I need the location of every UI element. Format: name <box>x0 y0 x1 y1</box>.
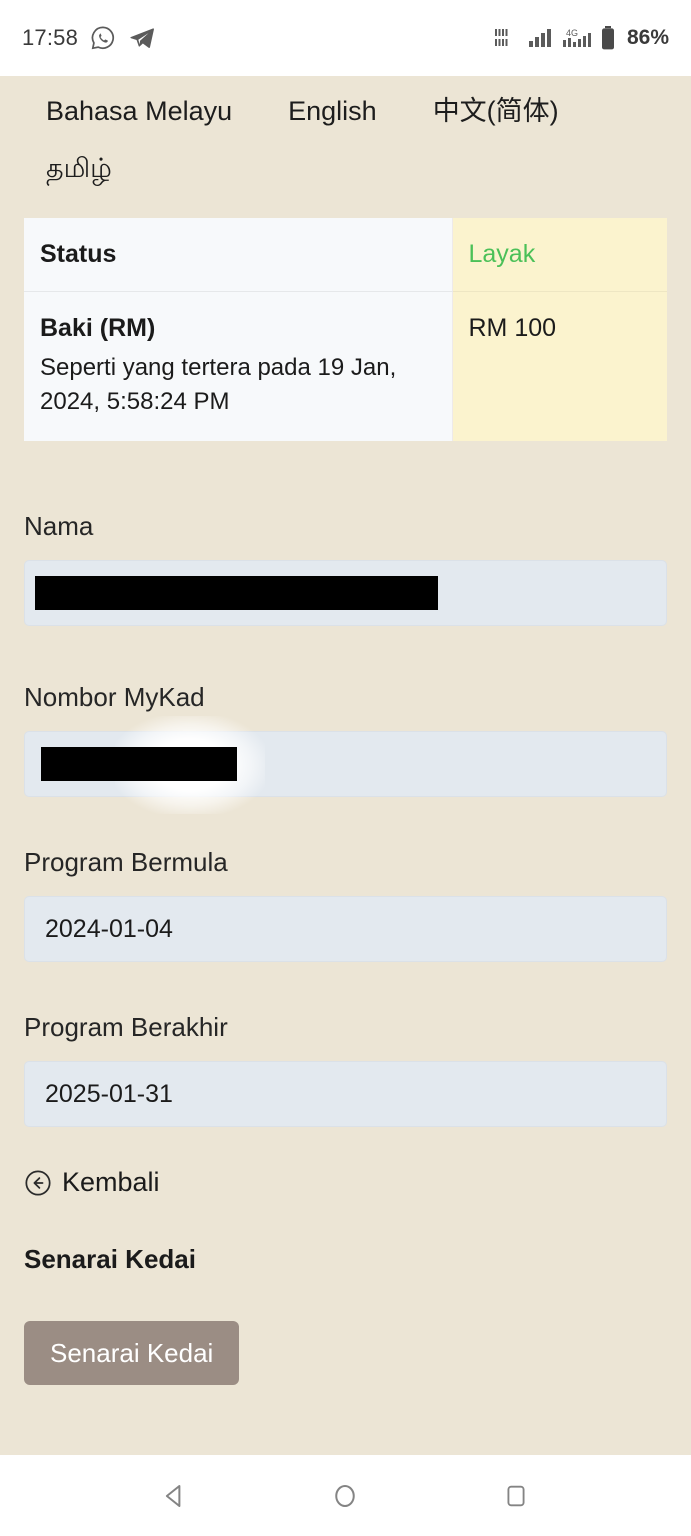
nav-home-button[interactable] <box>315 1466 375 1526</box>
signal-bars-icon <box>528 27 554 49</box>
status-value-cell: Layak <box>451 218 667 292</box>
redaction-bar-nama <box>35 576 438 611</box>
language-selector: Bahasa Melayu English 中文(简体) தமிழ் <box>0 76 691 182</box>
language-link-chinese[interactable]: 中文(简体) <box>433 98 559 125</box>
battery-icon <box>600 25 616 51</box>
status-bar-right: 4G 86% <box>494 25 669 51</box>
status-bar-left: 17:58 <box>22 25 156 51</box>
field-nama: Nama <box>24 511 667 627</box>
nav-back-button[interactable] <box>145 1466 205 1526</box>
table-row: Baki (RM) Seperti yang tertera pada 19 J… <box>24 291 667 442</box>
language-link-english[interactable]: English <box>288 98 377 125</box>
page-content: Bahasa Melayu English 中文(简体) தமிழ் Statu… <box>0 76 691 1455</box>
field-mykad: Nombor MyKad <box>24 682 667 815</box>
back-link-label: Kembali <box>62 1167 160 1198</box>
balance-label: Baki (RM) <box>40 314 156 342</box>
arrow-left-circle-icon <box>24 1169 52 1197</box>
network-4g-icon: 4G <box>562 27 592 49</box>
language-row-secondary: தமிழ் <box>46 155 691 182</box>
android-nav-bar <box>0 1455 691 1536</box>
status-balance-table: Status Layak Baki (RM) Seperti yang tert… <box>24 218 667 442</box>
battery-percent: 86% <box>626 26 669 49</box>
table-row: Status Layak <box>24 218 667 292</box>
balance-amount: RM 100 <box>468 314 557 342</box>
status-label: Status <box>40 240 117 268</box>
field-label-program-berakhir: Program Berakhir <box>24 1012 228 1043</box>
status-bar: 17:58 4G 86% <box>0 0 691 76</box>
mykad-input[interactable] <box>24 716 667 815</box>
balance-label-cell: Baki (RM) Seperti yang tertera pada 19 J… <box>24 291 452 442</box>
field-label-nama: Nama <box>24 511 94 542</box>
redaction-bar-mykad <box>41 747 237 782</box>
phone-screen: 17:58 4G 86% Bahasa Melayu English 中文(简体… <box>0 0 691 1536</box>
nav-recents-button[interactable] <box>486 1466 546 1526</box>
shops-section-title: Senarai Kedai <box>24 1244 196 1275</box>
whatsapp-icon <box>90 25 116 51</box>
volte-icon <box>494 27 520 49</box>
program-bermula-input[interactable]: 2024-01-04 <box>24 896 667 963</box>
language-link-malay[interactable]: Bahasa Melayu <box>46 98 232 125</box>
field-label-program-bermula: Program Bermula <box>24 847 228 878</box>
status-label-cell: Status <box>24 218 452 292</box>
status-badge: Layak <box>468 240 536 268</box>
back-triangle-icon <box>160 1481 190 1511</box>
back-link[interactable]: Kembali <box>24 1167 691 1198</box>
field-program-bermula: Program Bermula 2024-01-04 <box>24 847 667 963</box>
home-circle-icon <box>330 1481 360 1511</box>
field-label-mykad: Nombor MyKad <box>24 682 205 713</box>
recents-square-icon <box>502 1482 530 1510</box>
senarai-kedai-button[interactable]: Senarai Kedai <box>24 1321 240 1386</box>
language-link-tamil[interactable]: தமிழ் <box>46 153 112 183</box>
language-row-primary: Bahasa Melayu English 中文(简体) <box>46 98 691 125</box>
svg-text:4G: 4G <box>566 28 578 38</box>
program-berakhir-input[interactable]: 2025-01-31 <box>24 1061 667 1128</box>
field-program-berakhir: Program Berakhir 2025-01-31 <box>24 1012 667 1128</box>
details-form: Nama Nombor MyKad Program Bermula 2024-0… <box>24 511 667 1128</box>
balance-value-cell: RM 100 <box>451 291 667 442</box>
telegram-icon <box>128 25 156 51</box>
balance-timestamp: Seperti yang tertera pada 19 Jan, 2024, … <box>40 354 397 416</box>
nama-input[interactable] <box>24 560 667 627</box>
status-time: 17:58 <box>22 25 79 50</box>
